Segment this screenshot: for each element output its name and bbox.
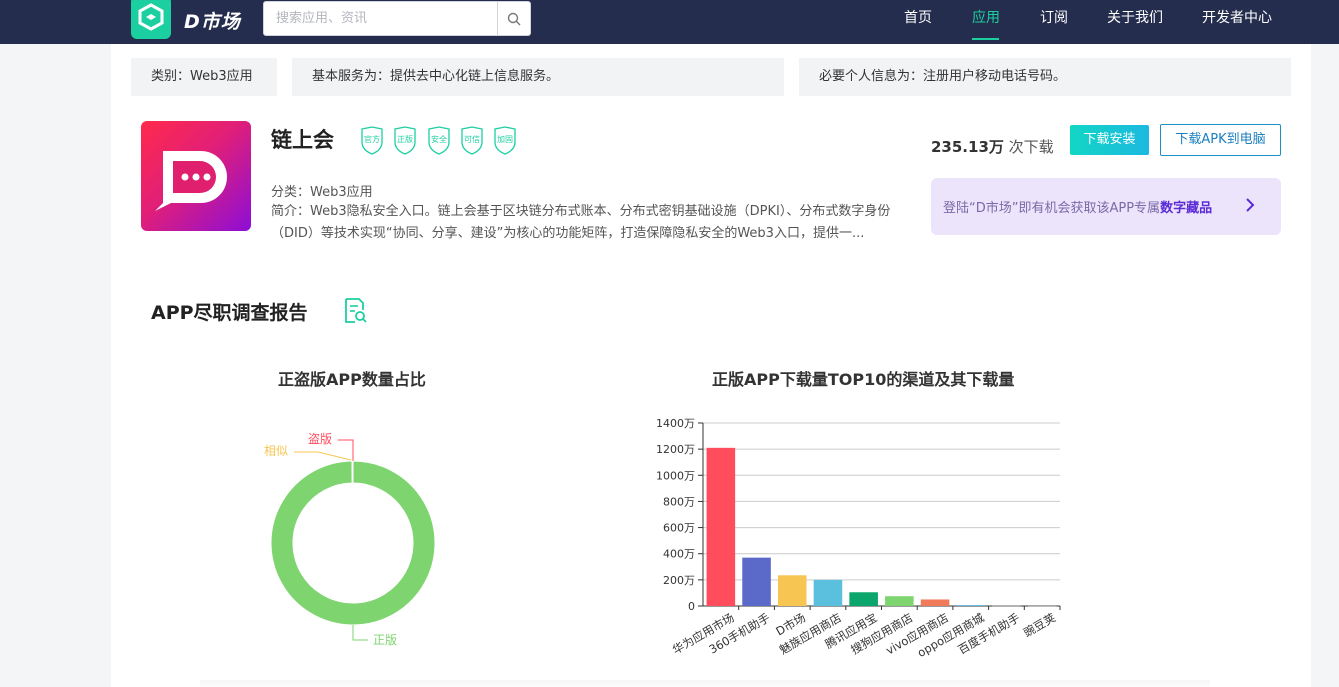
badge-hardened-icon: 加固	[493, 126, 517, 155]
nav-active-indicator	[972, 38, 999, 40]
badge-hardened-label: 加固	[497, 135, 513, 144]
basic-service-info: 基本服务为：提供去中心化链上信息服务。	[292, 58, 784, 96]
badge-trusted-label: 可信	[464, 135, 480, 144]
pie-slice-2	[351, 460, 354, 484]
search-box	[263, 1, 531, 36]
install-button[interactable]: 下载安装	[1070, 125, 1149, 155]
badge-official-label: 官方	[364, 135, 380, 144]
top-navbar: D市场 首页 应用 订阅 关于我们 开发者中心	[0, 0, 1339, 44]
search-button[interactable]	[497, 2, 530, 35]
bar-chart-title: 正版APP下载量TOP10的渠道及其下载量	[712, 370, 1015, 389]
bar-ytick-label-0: 0	[688, 600, 695, 613]
bar-ytick-label-7: 1400万	[656, 417, 695, 430]
pie-label-1: 盗版	[308, 431, 332, 446]
app-category: 分类：Web3应用	[271, 185, 373, 200]
app-name: 链上会	[271, 128, 334, 152]
promo-text: 登陆“D市场”即有机会获取该APP专属数字藏品	[943, 197, 1212, 216]
download-count: 235.13万 次下载	[931, 136, 1054, 157]
pie-chart-title: 正盗版APP数量占比	[278, 370, 426, 389]
badge-trusted-icon: 可信	[460, 126, 484, 155]
bar-7	[956, 605, 986, 606]
nav-developer[interactable]: 开发者中心	[1202, 7, 1272, 27]
promo-prefix: 登陆“D市场”即有机会获取该APP专属	[943, 201, 1161, 216]
bar-8	[992, 605, 1021, 607]
pie-label-0: 正版	[373, 633, 397, 647]
top10-channels-bar-chart: 0200万400万600万800万1000万1200万1400万华为应用市场36…	[656, 417, 1061, 660]
bar-1	[742, 557, 771, 606]
badge-official-icon: 官方	[360, 126, 384, 155]
bar-ytick-label-3: 600万	[663, 522, 695, 535]
bar-0	[706, 447, 736, 606]
app-description: 简介：Web3隐私安全入口。链上会基于区块链分布式账本、分布式密钥基础设施（DP…	[271, 204, 891, 241]
piracy-ratio-donut-chart: 盗版相似正版	[264, 431, 436, 647]
download-apk-button[interactable]: 下载APK到电脑	[1160, 124, 1281, 156]
nav-subscribe[interactable]: 订阅	[1040, 7, 1068, 27]
download-count-suffix: 次下载	[1003, 138, 1054, 156]
badge-genuine-label: 正版	[397, 135, 413, 144]
nav-home[interactable]: 首页	[904, 7, 932, 27]
bar-3	[813, 579, 843, 606]
logo-text[interactable]: D市场	[184, 7, 241, 34]
bar-ytick-label-4: 800万	[663, 495, 695, 508]
report-search-icon	[345, 298, 367, 323]
bar-ytick-label-1: 200万	[663, 574, 695, 587]
chevron-right-icon	[1246, 198, 1255, 212]
app-icon	[141, 121, 251, 231]
bar-4	[849, 592, 878, 606]
bar-9	[1027, 605, 1057, 607]
digital-collectible-promo[interactable]: 登陆“D市场”即有机会获取该APP专属数字藏品	[931, 178, 1281, 235]
app-logo-icon	[155, 151, 227, 211]
pie-slice-0	[270, 460, 436, 626]
bottom-shadow	[200, 680, 1210, 687]
category-info: 类别：Web3应用	[131, 58, 277, 96]
nav-about[interactable]: 关于我们	[1107, 7, 1163, 27]
badge-safe-icon: 安全	[427, 126, 451, 155]
pie-label-2: 相似	[264, 444, 288, 458]
bar-ytick-label-2: 400万	[663, 548, 695, 561]
bar-category-label-9: 豌豆荚	[1021, 610, 1058, 640]
report-title: APP尽职调查报告	[151, 302, 308, 324]
bar-6	[920, 599, 950, 606]
bar-2	[777, 575, 807, 606]
pie-leader-2	[294, 451, 352, 461]
download-count-value: 235.13万	[931, 138, 1004, 156]
bar-5	[885, 596, 914, 606]
pie-leader-0	[352, 625, 368, 641]
bar-ytick-label-5: 1000万	[656, 469, 695, 482]
badge-safe-label: 安全	[431, 135, 447, 144]
promo-highlight: 数字藏品	[1160, 201, 1213, 216]
search-input[interactable]	[264, 2, 498, 35]
nav-apps[interactable]: 应用	[972, 7, 1000, 27]
badge-genuine-icon: 正版	[393, 126, 417, 155]
required-info: 必要个人信息为：注册用户移动电话号码。	[799, 58, 1291, 96]
bar-ytick-label-6: 1200万	[656, 443, 695, 456]
logo-icon[interactable]	[131, 0, 171, 39]
search-icon	[507, 12, 521, 25]
